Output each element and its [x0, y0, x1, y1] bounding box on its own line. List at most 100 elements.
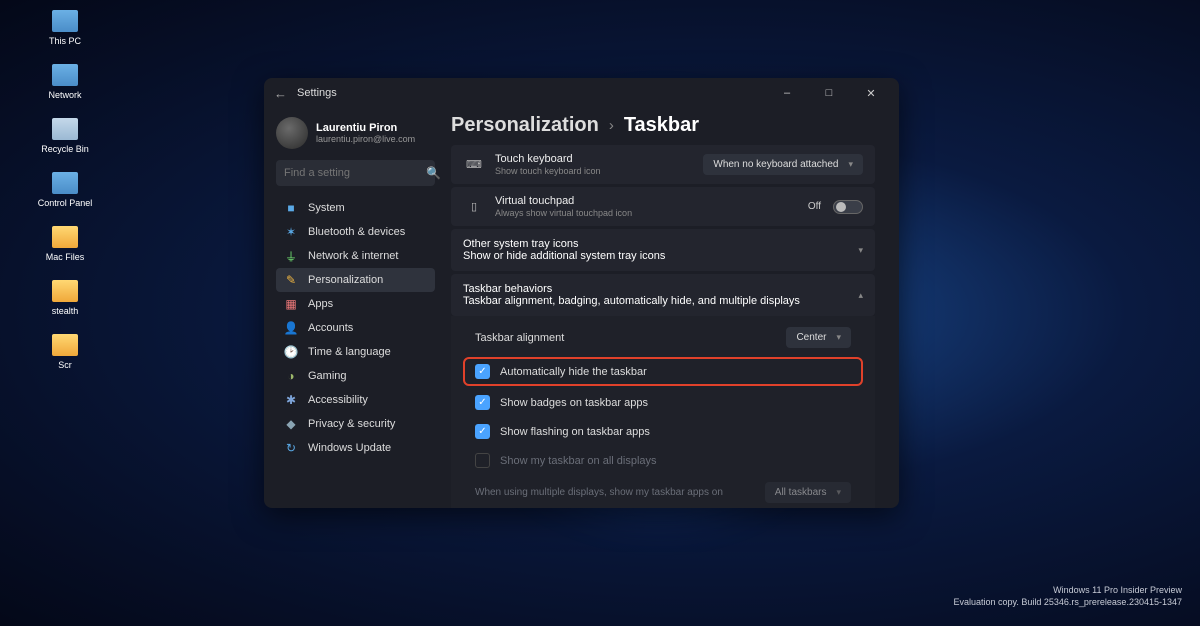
- touch-keyboard-dropdown[interactable]: When no keyboard attached ▾: [703, 154, 863, 175]
- minimize-button[interactable]: –: [769, 82, 805, 104]
- nav-label: Bluetooth & devices: [308, 226, 405, 238]
- setting-subtitle: Always show virtual touchpad icon: [495, 208, 798, 218]
- row-show-my-taskbar-on-all-displays: Show my taskbar on all displays: [451, 446, 875, 475]
- checkbox-show-badges-on-taskbar-apps[interactable]: ✓: [475, 395, 490, 410]
- desktop-icon-label: Recycle Bin: [41, 144, 89, 154]
- section-other-tray-icons[interactable]: Other system tray icons Show or hide add…: [451, 229, 875, 271]
- setting-virtual-touchpad[interactable]: ▯ Virtual touchpad Always show virtual t…: [451, 187, 875, 226]
- nav-item-system[interactable]: ■System: [276, 196, 435, 220]
- checkbox-automatically-hide-the-taskbar[interactable]: ✓: [475, 364, 490, 379]
- chevron-down-icon: ▾: [858, 245, 863, 256]
- nav-icon: ■: [284, 201, 298, 215]
- chevron-right-icon: ›: [609, 117, 614, 134]
- desktop-icon-scr[interactable]: Scr: [30, 334, 100, 370]
- breadcrumb-parent[interactable]: Personalization: [451, 114, 599, 137]
- checkbox-show-flashing-on-taskbar-apps[interactable]: ✓: [475, 424, 490, 439]
- section-taskbar-behaviors[interactable]: Taskbar behaviors Taskbar alignment, bad…: [451, 274, 875, 316]
- row-label: Automatically hide the taskbar: [500, 366, 851, 378]
- nav-icon: ✱: [284, 393, 298, 407]
- folder-icon: [52, 172, 78, 194]
- desktop-icon-label: stealth: [52, 306, 79, 316]
- back-button[interactable]: ←: [274, 86, 287, 101]
- desktop-icon-recycle-bin[interactable]: Recycle Bin: [30, 118, 100, 154]
- settings-window: ← Settings – □ ✕ Laurentiu Piron laurent…: [264, 78, 899, 508]
- row-label: Taskbar alignment: [475, 332, 776, 344]
- row-show-badges-on-taskbar-apps[interactable]: ✓ Show badges on taskbar apps: [451, 388, 875, 417]
- multi-display-dropdown: All taskbars ▾: [765, 482, 851, 503]
- virtual-touchpad-toggle[interactable]: [833, 200, 863, 214]
- folder-icon: [52, 334, 78, 356]
- desktop-icon-label: Control Panel: [38, 198, 93, 208]
- nav-item-personalization[interactable]: ✎ Personalization: [276, 268, 435, 292]
- nav-item-time-language[interactable]: 🕑Time & language: [276, 340, 435, 364]
- setting-subtitle: Show touch keyboard icon: [495, 166, 693, 176]
- nav-label: Accessibility: [308, 394, 368, 406]
- nav-item-windows-update[interactable]: ↻Windows Update: [276, 436, 435, 460]
- breadcrumb-current: Taskbar: [624, 114, 699, 137]
- nav-icon: ✶: [284, 225, 298, 239]
- search-icon: 🔍: [426, 166, 441, 180]
- nav-item-apps[interactable]: ▦Apps: [276, 292, 435, 316]
- search-box[interactable]: 🔍: [276, 160, 435, 186]
- row-show-flashing-on-taskbar-apps[interactable]: ✓ Show flashing on taskbar apps: [451, 417, 875, 446]
- desktop-icon-label: Network: [48, 90, 81, 100]
- user-email: laurentiu.piron@live.com: [316, 134, 415, 144]
- checkbox-show-my-taskbar-on-all-displays: [475, 453, 490, 468]
- folder-icon: [52, 118, 78, 140]
- chevron-down-icon: ▾: [848, 159, 853, 170]
- nav-icon: ◆: [284, 417, 298, 431]
- chevron-down-icon: ▾: [836, 332, 841, 343]
- setting-touch-keyboard[interactable]: ⌨ Touch keyboard Show touch keyboard ico…: [451, 145, 875, 184]
- section-title: Taskbar behaviors: [463, 283, 858, 295]
- window-titlebar: ← Settings – □ ✕: [264, 78, 899, 108]
- avatar: [276, 117, 308, 149]
- section-subtitle: Show or hide additional system tray icon…: [463, 250, 858, 262]
- nav-item-privacy-security[interactable]: ◆ Privacy & security: [276, 412, 435, 436]
- desktop-icon-label: This PC: [49, 36, 81, 46]
- nav-icon: ▦: [284, 297, 298, 311]
- maximize-button[interactable]: □: [811, 82, 847, 104]
- nav-item-gaming[interactable]: ◑ Gaming: [276, 364, 435, 388]
- folder-icon: [52, 226, 78, 248]
- nav-icon: ↻: [284, 441, 298, 455]
- section-title: Other system tray icons: [463, 238, 858, 250]
- folder-icon: [52, 280, 78, 302]
- user-name: Laurentiu Piron: [316, 122, 415, 134]
- row-multi-display-apps: When using multiple displays, show my ta…: [451, 475, 875, 508]
- row-label: Show badges on taskbar apps: [500, 397, 851, 409]
- nav-item-bluetooth-devices[interactable]: ✶ Bluetooth & devices: [276, 220, 435, 244]
- desktop-icon-control-panel[interactable]: Control Panel: [30, 172, 100, 208]
- desktop-icon-stealth[interactable]: stealth: [30, 280, 100, 316]
- taskbar-alignment-dropdown[interactable]: Center ▾: [786, 327, 851, 348]
- nav-label: Personalization: [308, 274, 383, 286]
- nav-label: Gaming: [308, 370, 347, 382]
- sidebar: Laurentiu Piron laurentiu.piron@live.com…: [264, 108, 441, 508]
- window-title: Settings: [297, 87, 769, 99]
- content-scroll[interactable]: ⌨ Touch keyboard Show touch keyboard ico…: [451, 145, 881, 508]
- close-button[interactable]: ✕: [853, 82, 889, 104]
- row-automatically-hide-the-taskbar[interactable]: ✓ Automatically hide the taskbar: [463, 357, 863, 386]
- nav-icon: ✎: [284, 273, 298, 287]
- user-profile[interactable]: Laurentiu Piron laurentiu.piron@live.com: [276, 114, 435, 152]
- nav-icon: ◑: [284, 369, 298, 383]
- nav-label: Privacy & security: [308, 418, 395, 430]
- nav-icon: ⏚: [284, 249, 298, 263]
- desktop-icon-this-pc[interactable]: This PC: [30, 10, 100, 46]
- desktop-icon-label: Scr: [58, 360, 72, 370]
- chevron-down-icon: ▾: [836, 487, 841, 498]
- search-input[interactable]: [284, 167, 426, 179]
- nav-label: Time & language: [308, 346, 391, 358]
- keyboard-icon: ⌨: [463, 154, 485, 176]
- nav-item-network-internet[interactable]: ⏚Network & internet: [276, 244, 435, 268]
- setting-title: Touch keyboard: [495, 153, 693, 165]
- row-label: Show flashing on taskbar apps: [500, 426, 851, 438]
- setting-title: Virtual touchpad: [495, 195, 798, 207]
- desktop-icon-network[interactable]: Network: [30, 64, 100, 100]
- nav-item-accessibility[interactable]: ✱ Accessibility: [276, 388, 435, 412]
- desktop-icon-label: Mac Files: [46, 252, 85, 262]
- breadcrumb: Personalization › Taskbar: [451, 114, 881, 137]
- section-subtitle: Taskbar alignment, badging, automaticall…: [463, 295, 858, 307]
- desktop-icon-mac-files[interactable]: Mac Files: [30, 226, 100, 262]
- folder-icon: [52, 64, 78, 86]
- nav-item-accounts[interactable]: 👤Accounts: [276, 316, 435, 340]
